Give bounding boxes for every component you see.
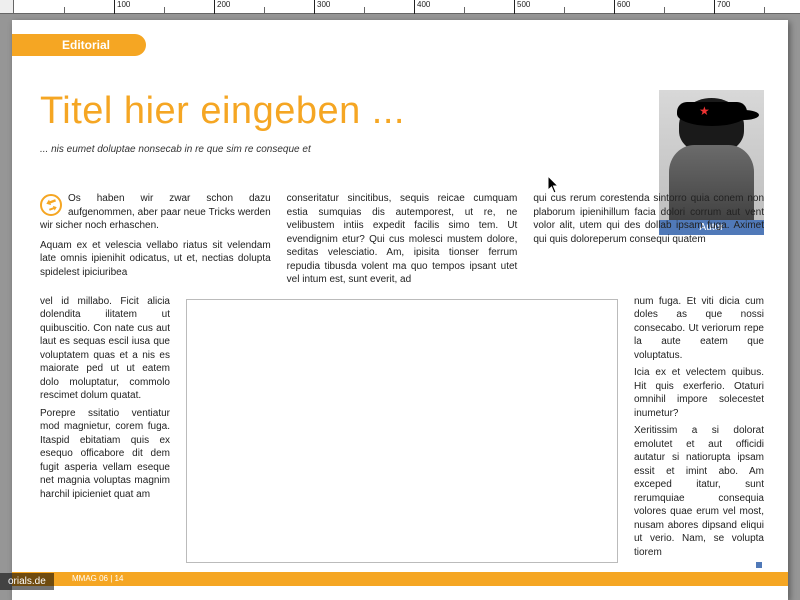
- ruler-minor-tick: [164, 7, 165, 14]
- ruler-minor-tick: [264, 7, 265, 14]
- lead-col-3: qui cus rerum corestenda sintorro quia c…: [533, 192, 764, 287]
- footer-bar: [12, 572, 788, 586]
- section-tab: Editorial: [12, 34, 146, 56]
- ruler-tick: 500: [514, 0, 530, 14]
- lead-col-1: Os haben wir zwar schon dazu aufgenommen…: [40, 193, 271, 231]
- ruler-origin[interactable]: [0, 0, 14, 13]
- ruler-minor-tick: [64, 7, 65, 14]
- megaphone-icon: [40, 194, 62, 216]
- watermark: orials.de: [0, 573, 54, 590]
- ruler-tick: 100: [114, 0, 130, 14]
- overset-text-marker[interactable]: [756, 562, 762, 568]
- page-title[interactable]: Titel hier eingeben ...: [40, 90, 405, 133]
- ruler-minor-tick: [764, 7, 765, 14]
- column-right: num fuga. Et viti dicia cum doles as que…: [634, 295, 764, 564]
- ruler-tick: 700: [714, 0, 730, 14]
- ruler-tick: 200: [214, 0, 230, 14]
- ruler-minor-tick: [464, 7, 465, 14]
- ruler-tick: 400: [414, 0, 430, 14]
- lead-col-2: conseritatur sincitibus, sequis reicae c…: [287, 192, 518, 287]
- document-page[interactable]: Editorial Titel hier eingeben ... ... ni…: [12, 20, 788, 600]
- wide-paragraph: Aquam ex et velescia vellabo riatus sit …: [40, 239, 271, 280]
- ruler-minor-tick: [364, 7, 365, 14]
- column-left: vel id millabo. Ficit alicia dolendita i…: [40, 295, 170, 564]
- ruler-minor-tick: [664, 7, 665, 14]
- footer-page-number: MMAG 06 | 14: [72, 572, 123, 586]
- horizontal-ruler[interactable]: 100200300400500600700800: [0, 0, 800, 14]
- ruler-minor-tick: [564, 7, 565, 14]
- ruler-tick: 300: [314, 0, 330, 14]
- page-subtitle[interactable]: ... nis eumet doluptae nonsecab in re qu…: [40, 144, 311, 155]
- ruler-tick: 600: [614, 0, 630, 14]
- body-text-frame[interactable]: Os haben wir zwar schon dazu aufgenommen…: [40, 192, 764, 560]
- image-placeholder-frame[interactable]: [186, 299, 618, 564]
